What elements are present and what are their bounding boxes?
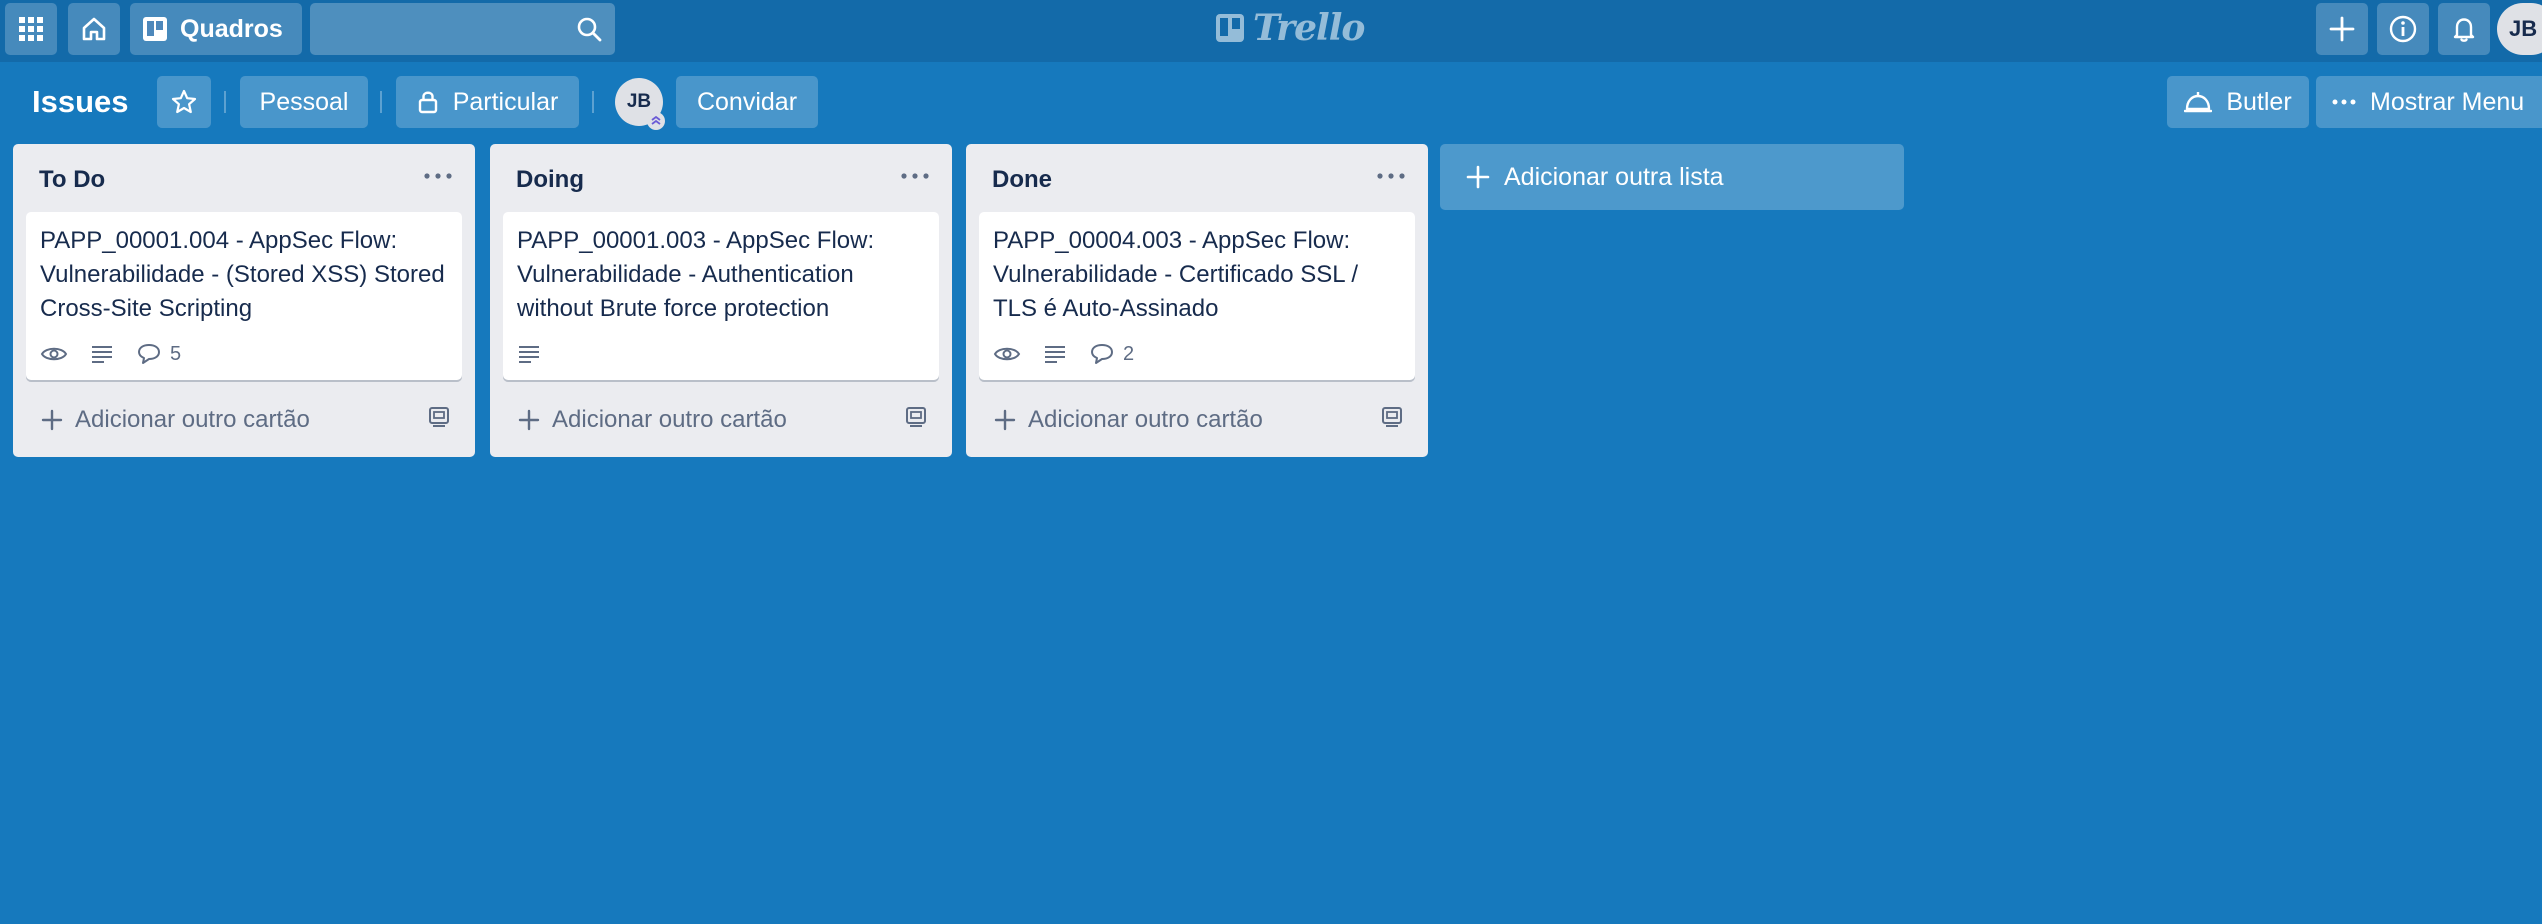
notifications-button[interactable] — [2438, 3, 2490, 55]
member-avatar[interactable]: JB — [615, 78, 665, 130]
search-input[interactable] — [310, 3, 615, 55]
boards-button[interactable]: Quadros — [130, 3, 302, 55]
list-doing[interactable]: Doing PAPP_00001.003 - AppSec Flow: Vuln… — [490, 144, 952, 457]
header-divider — [592, 91, 594, 113]
home-icon — [82, 17, 106, 41]
plus-icon — [2329, 16, 2355, 42]
card-template-icon[interactable] — [1380, 404, 1404, 428]
star-icon — [171, 89, 197, 114]
card-title: PAPP_00001.003 - AppSec Flow: Vulnerabil… — [517, 227, 875, 322]
add-card-button[interactable]: Adicionar outro cartão — [41, 406, 310, 434]
top-navigation-bar: Quadros Trello JB — [0, 0, 2542, 62]
card-template-icon[interactable] — [904, 404, 928, 428]
list-done[interactable]: Done PAPP_00004.003 - AppSec Flow: Vulne… — [966, 144, 1428, 457]
star-board-button[interactable] — [157, 76, 211, 128]
list-menu-icon[interactable] — [421, 164, 455, 188]
trello-logo-icon — [1216, 14, 1244, 42]
app-grid-icon — [19, 17, 43, 41]
header-divider — [224, 91, 226, 113]
butler-button[interactable]: Butler — [2167, 76, 2309, 128]
boards-icon — [143, 17, 167, 41]
home-button[interactable] — [68, 3, 120, 55]
card-badges: 2 — [993, 342, 1134, 366]
add-card-label: Adicionar outro cartão — [552, 406, 787, 433]
invite-label: Convidar — [696, 87, 798, 116]
description-icon — [1045, 346, 1065, 363]
add-list-label: Adicionar outra lista — [1504, 162, 1724, 191]
add-card-label: Adicionar outro cartão — [1028, 406, 1263, 433]
comments-badge: 5 — [136, 343, 181, 366]
card-badges: 5 — [40, 342, 181, 366]
logo-text: Trello — [1253, 7, 1365, 49]
member-initials: JB — [626, 91, 652, 112]
card-title: PAPP_00001.004 - AppSec Flow: Vulnerabil… — [40, 227, 445, 322]
plus-icon — [41, 409, 63, 431]
user-avatar[interactable]: JB — [2497, 3, 2542, 55]
bell-icon — [2453, 18, 2475, 42]
card[interactable]: PAPP_00001.003 - AppSec Flow: Vulnerabil… — [503, 212, 939, 380]
card-badges — [517, 342, 541, 366]
lock-icon — [418, 91, 437, 114]
comment-icon — [138, 344, 160, 364]
team-visibility-label: Pessoal — [259, 87, 349, 116]
information-button[interactable] — [2377, 3, 2429, 55]
more-icon — [2332, 99, 2356, 105]
description-icon — [92, 346, 112, 363]
plus-icon — [994, 409, 1016, 431]
apps-menu-button[interactable] — [5, 3, 57, 55]
butler-label: Butler — [2226, 87, 2292, 116]
show-menu-button[interactable]: Mostrar Menu — [2316, 76, 2542, 128]
privacy-label: Particular — [452, 87, 559, 116]
plus-icon — [1466, 165, 1490, 189]
header-divider — [380, 91, 382, 113]
watching-eye-icon — [40, 347, 68, 361]
comment-icon — [1091, 344, 1113, 364]
admin-chevron-icon — [647, 112, 665, 130]
list-to-do[interactable]: To Do PAPP_00001.004 - AppSec Flow: Vuln… — [13, 144, 475, 457]
info-icon — [2389, 15, 2417, 43]
card-title: PAPP_00004.003 - AppSec Flow: Vulnerabil… — [993, 227, 1359, 322]
add-card-button[interactable]: Adicionar outro cartão — [994, 406, 1263, 434]
list-title[interactable]: Done — [992, 166, 1052, 194]
board-title[interactable]: Issues — [32, 84, 129, 120]
comments-count: 5 — [170, 342, 182, 365]
search-icon[interactable] — [575, 15, 603, 48]
watching-eye-icon — [993, 347, 1021, 361]
list-menu-icon[interactable] — [898, 164, 932, 188]
card[interactable]: PAPP_00004.003 - AppSec Flow: Vulnerabil… — [979, 212, 1415, 380]
create-button[interactable] — [2316, 3, 2368, 55]
invite-button[interactable]: Convidar — [676, 76, 818, 128]
list-menu-icon[interactable] — [1374, 164, 1408, 188]
card-template-icon[interactable] — [427, 404, 451, 428]
boards-label: Quadros — [180, 14, 283, 43]
add-card-label: Adicionar outro cartão — [75, 406, 310, 433]
list-title[interactable]: To Do — [39, 166, 105, 194]
show-menu-label: Mostrar Menu — [2370, 87, 2525, 116]
butler-bell-icon — [2184, 92, 2213, 113]
plus-icon — [518, 409, 540, 431]
privacy-button[interactable]: Particular — [396, 76, 579, 128]
trello-logo[interactable]: Trello — [1215, 7, 1365, 49]
add-card-button[interactable]: Adicionar outro cartão — [518, 406, 787, 434]
comments-badge: 2 — [1089, 343, 1134, 366]
team-visibility-button[interactable]: Pessoal — [240, 76, 368, 128]
description-icon — [519, 346, 539, 363]
comments-count: 2 — [1123, 342, 1135, 365]
add-list-button[interactable]: Adicionar outra lista — [1440, 144, 1904, 210]
board-header: Issues Pessoal Particular JB Convidar Bu… — [0, 62, 2542, 142]
list-title[interactable]: Doing — [516, 166, 584, 194]
card[interactable]: PAPP_00001.004 - AppSec Flow: Vulnerabil… — [26, 212, 462, 380]
